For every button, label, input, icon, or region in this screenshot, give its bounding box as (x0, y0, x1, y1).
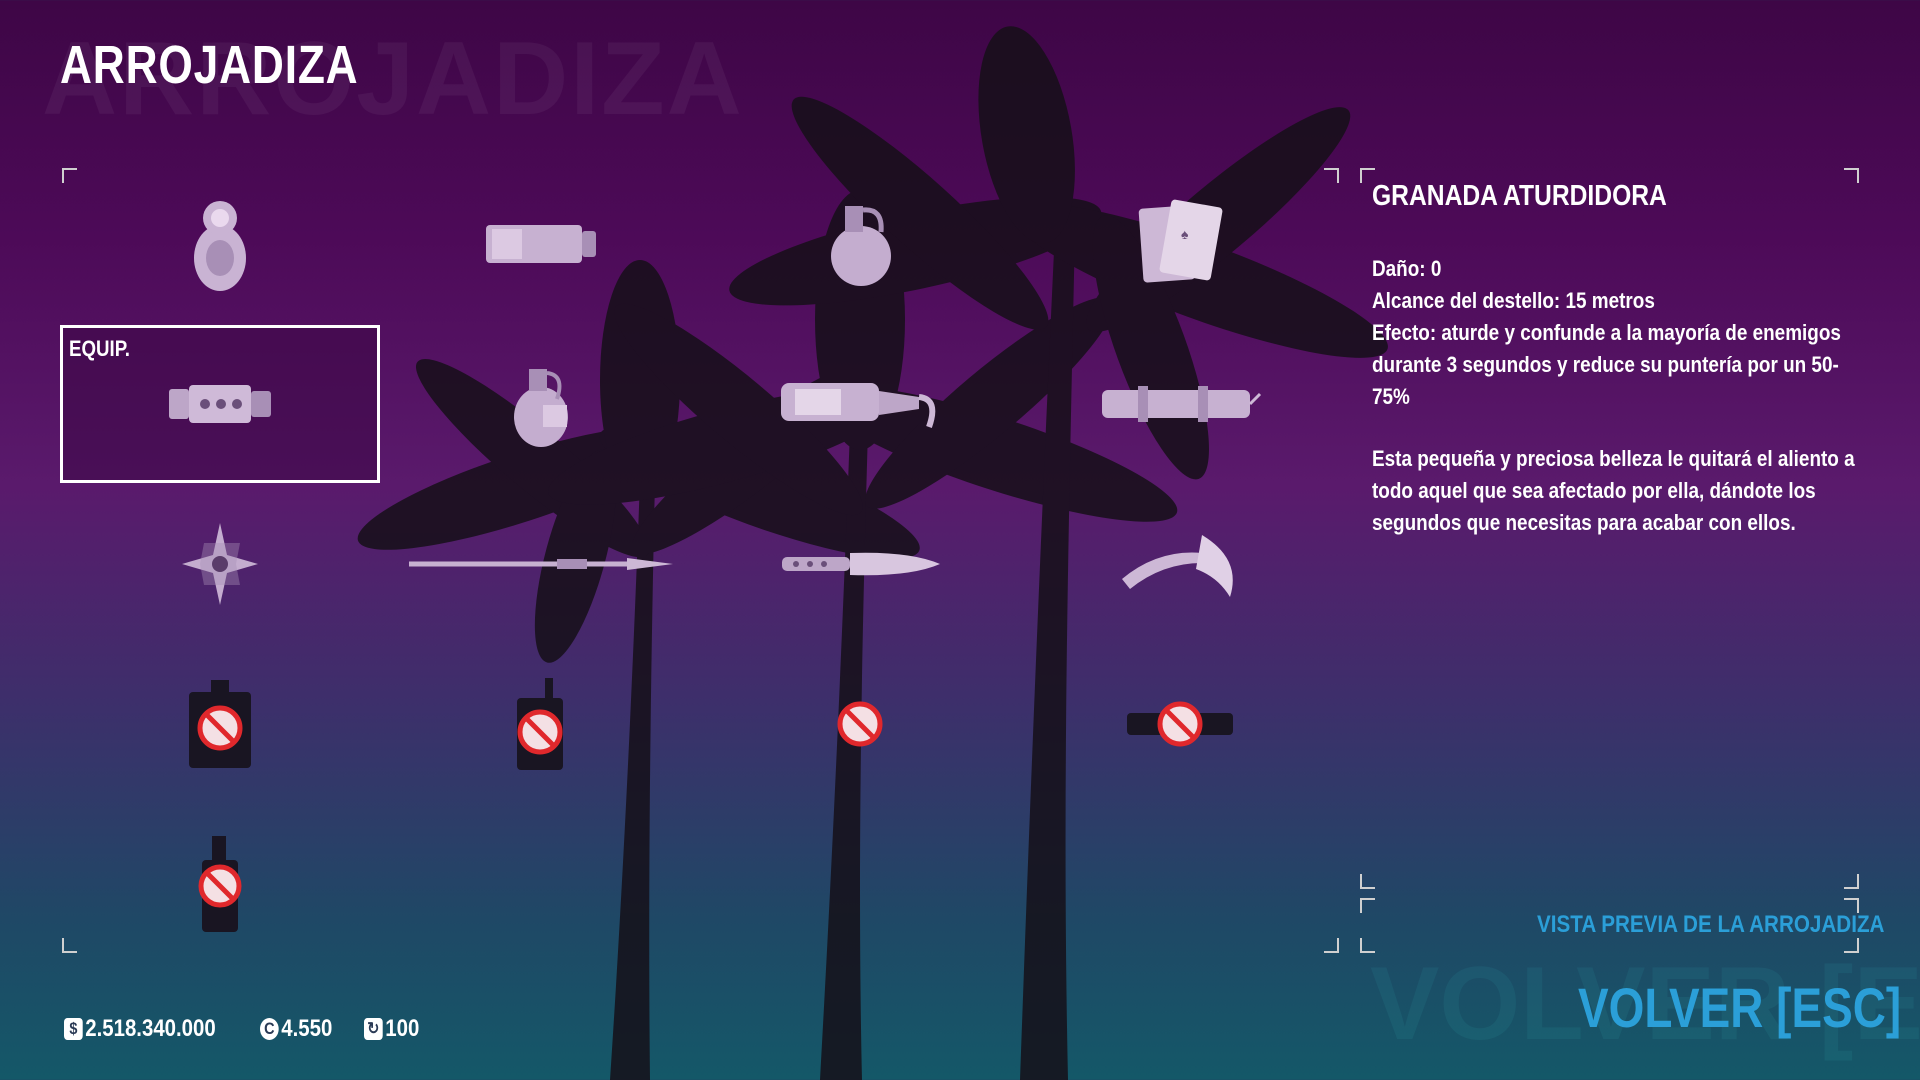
item-javelin[interactable] (380, 485, 700, 643)
stat-effect: Efecto: aturde y confunde a la mayoría d… (1372, 320, 1841, 409)
stat-damage: Daño: 0 (1372, 256, 1442, 281)
item-flask-locked[interactable] (60, 645, 380, 803)
item-shuriken[interactable] (60, 485, 380, 643)
money-display: $ 2.518.340.000 (64, 1015, 216, 1043)
item-mine-locked[interactable] (700, 645, 1020, 803)
coin-icon: C (260, 1018, 280, 1040)
preview-corner-bl (1360, 938, 1375, 953)
javelin-icon (409, 558, 673, 570)
page-title: ARROJADIZA (60, 35, 359, 95)
concussion-grenade-icon (169, 385, 271, 423)
locked-icon (837, 701, 883, 747)
item-molotov-bottle[interactable] (700, 325, 1020, 483)
item-matryoshka[interactable] (60, 165, 380, 323)
shuriken-icon (182, 523, 258, 605)
item-throwing-knife[interactable] (700, 485, 1020, 643)
equipped-label: EQUIP. (69, 336, 130, 361)
radio-icon (517, 678, 563, 770)
details-corner-br (1844, 874, 1859, 889)
molotov-bottle-icon (781, 383, 936, 429)
playing-cards-icon: ♠ (1138, 199, 1223, 283)
throwing-axe-icon (1122, 535, 1233, 597)
locked-icon (1157, 701, 1203, 747)
frag-grenade-icon (831, 206, 891, 286)
item-smoke-canister[interactable] (380, 165, 700, 323)
matryoshka-icon (194, 201, 246, 291)
level-display: ↻ 100 (363, 1015, 419, 1043)
svg-text:♠: ♠ (1181, 228, 1189, 243)
level-icon: ↻ (363, 1018, 383, 1040)
details-corner-bl (1360, 874, 1375, 889)
throwable-grid: ♠ EQUIP. (60, 165, 1340, 955)
item-dynamite-bundle[interactable] (1020, 325, 1340, 483)
smoke-canister-icon (486, 225, 596, 263)
item-stats: Daño: 0 Alcance del destello: 15 metros … (1372, 253, 1862, 413)
item-concussion-grenade[interactable]: EQUIP. (60, 325, 380, 483)
preview-corner-br (1844, 938, 1859, 953)
item-details-panel: GRANADA ATURDIDORA Daño: 0 Alcance del d… (1372, 180, 1862, 539)
throwing-knife-icon (782, 552, 940, 576)
back-button[interactable]: VOLVER [ESC] (1578, 975, 1901, 1040)
spray-bottle-icon (198, 836, 242, 932)
locked-icon (197, 705, 243, 751)
item-frag-grenade[interactable] (700, 165, 1020, 323)
money-value: 2.518.340.000 (85, 1015, 216, 1042)
pineapple-grenade-icon (514, 369, 568, 447)
item-name: GRANADA ATURDIDORA (1372, 180, 1667, 212)
flask-icon (189, 680, 251, 768)
preview-button[interactable]: VISTA PREVIA DE LA ARROJADIZA (1537, 911, 1884, 939)
locked-icon (198, 864, 242, 908)
money-icon: $ (64, 1018, 83, 1040)
locked-icon (517, 709, 563, 755)
coins-display: C 4.550 (260, 1015, 333, 1043)
pipe-bomb-icon (1127, 701, 1233, 747)
item-pineapple-grenade[interactable] (380, 325, 700, 483)
currency-bar: $ 2.518.340.000 C 4.550 ↻ 100 (64, 1015, 447, 1043)
dynamite-bundle-icon (1102, 386, 1262, 422)
item-spray-bottle-locked[interactable] (60, 805, 380, 963)
item-throwing-axe[interactable] (1020, 485, 1340, 643)
item-pipe-bomb-locked[interactable] (1020, 645, 1340, 803)
item-description: Esta pequeña y preciosa belleza le quita… (1372, 446, 1855, 535)
mine-icon (837, 701, 883, 747)
item-playing-cards[interactable]: ♠ (1020, 165, 1340, 323)
preview-corner-tl (1360, 898, 1375, 913)
item-radio-locked[interactable] (380, 645, 700, 803)
coins-value: 4.550 (281, 1015, 333, 1042)
level-value: 100 (384, 1015, 419, 1042)
stat-flash-range: Alcance del destello: 15 metros (1372, 288, 1655, 313)
